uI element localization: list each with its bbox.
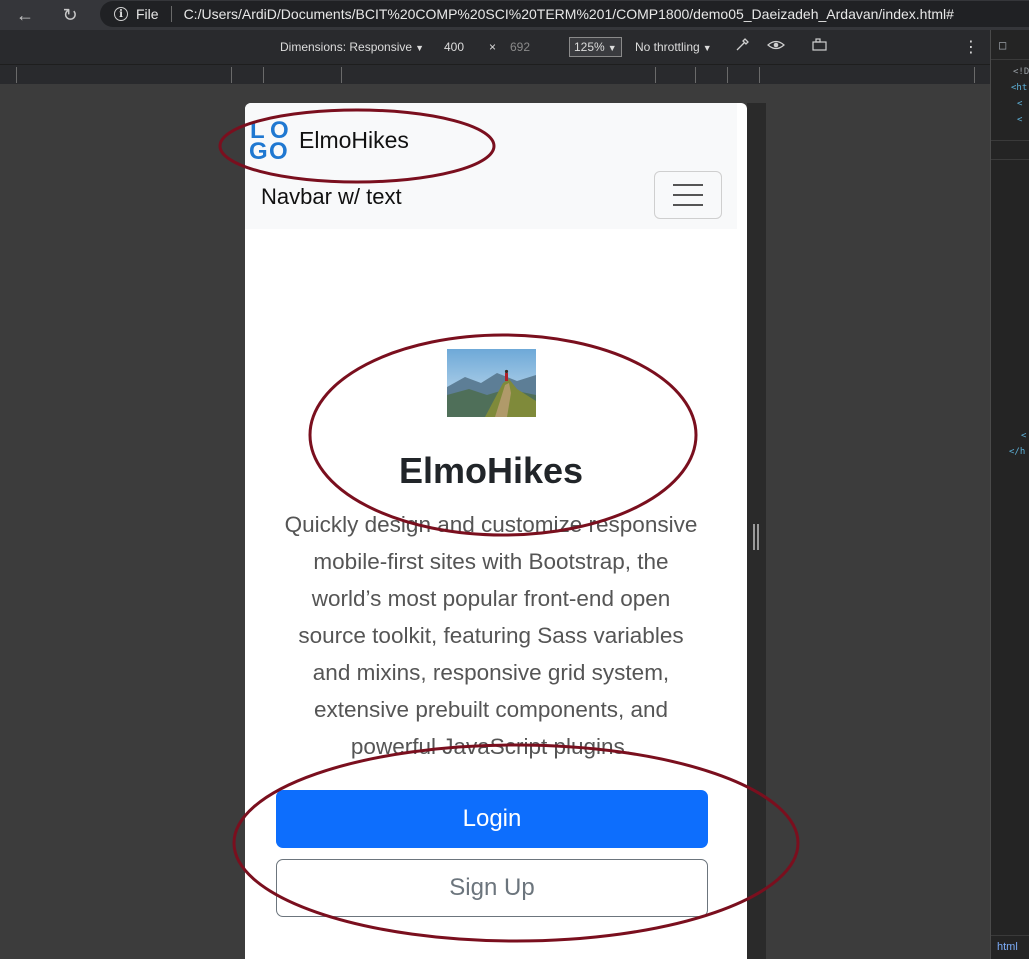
zoom-select[interactable]: 125% ▼ <box>569 37 622 57</box>
dom-line[interactable]: <!D <box>991 64 1029 80</box>
devtools-panel: □ <!D <ht < < < </h html <box>990 30 1029 959</box>
dom-line[interactable]: <ht <box>991 80 1029 96</box>
caret-down-icon: ▼ <box>607 43 617 53</box>
browser-address-bar: ← ↻ i File C:/Users/ArdiD/Documents/BCIT… <box>0 0 1029 30</box>
back-icon[interactable]: ← <box>12 2 38 28</box>
more-options-icon[interactable]: ⋮ <box>963 37 979 57</box>
dom-line[interactable]: < <box>991 428 1029 444</box>
caret-down-icon: ▼ <box>702 43 712 53</box>
url-scheme: File <box>136 6 159 22</box>
caret-down-icon: ▼ <box>415 43 424 53</box>
devtools-divider <box>991 140 1029 160</box>
width-input[interactable]: 400 <box>444 40 464 54</box>
navbar-brand[interactable]: ElmoHikes <box>299 127 409 154</box>
media-query-ruler <box>0 64 990 84</box>
eyedropper-icon[interactable] <box>734 37 750 56</box>
logo-letter: G <box>249 138 268 165</box>
dimensions-select[interactable]: Dimensions: Responsive ▼ <box>280 40 424 54</box>
reload-icon[interactable]: ↻ <box>57 2 83 28</box>
throttling-select[interactable]: No throttling ▼ <box>635 40 712 54</box>
url-field[interactable]: i File C:/Users/ArdiD/Documents/BCIT%20C… <box>100 1 1029 27</box>
navbar-text: Navbar w/ text <box>261 184 402 209</box>
dom-line[interactable]: < <box>991 96 1029 112</box>
lead-paragraph: Quickly design and customize responsive … <box>284 512 698 759</box>
rotate-icon[interactable] <box>811 37 829 56</box>
dom-line[interactable]: </h <box>991 444 1029 460</box>
login-button[interactable]: Login <box>276 790 708 848</box>
logo[interactable]: L O G O <box>248 119 294 165</box>
navbar: L O G O ElmoHikes Navbar w/ text <box>245 103 737 229</box>
url-text: C:/Users/ArdiD/Documents/BCIT%20COMP%20S… <box>183 6 954 22</box>
inspect-icon[interactable]: □ <box>991 30 1029 60</box>
height-input[interactable]: 692 <box>510 40 530 54</box>
device-viewport: L O G O ElmoHikes Navbar w/ text ElmoHik… <box>245 103 747 959</box>
resize-handle[interactable] <box>753 524 759 550</box>
info-icon[interactable]: i <box>114 7 128 21</box>
hero-image <box>447 349 536 417</box>
times-sign: × <box>489 40 497 54</box>
signup-button[interactable]: Sign Up <box>276 859 708 917</box>
breadcrumb-html[interactable]: html <box>991 935 1029 959</box>
dom-line[interactable]: < <box>991 112 1029 128</box>
device-toolbar: Dimensions: Responsive ▼ 400 × 692 125% ▼ … <box>0 30 990 64</box>
eye-icon[interactable] <box>767 37 785 56</box>
logo-letter: O <box>269 138 288 165</box>
url-separator <box>170 6 172 22</box>
throttling-label: No throttling <box>635 40 700 54</box>
zoom-label: 125% <box>574 40 605 54</box>
hamburger-menu-icon[interactable] <box>654 171 722 219</box>
dimensions-label: Dimensions: Responsive <box>280 40 413 54</box>
hero-title: ElmoHikes <box>398 450 584 491</box>
